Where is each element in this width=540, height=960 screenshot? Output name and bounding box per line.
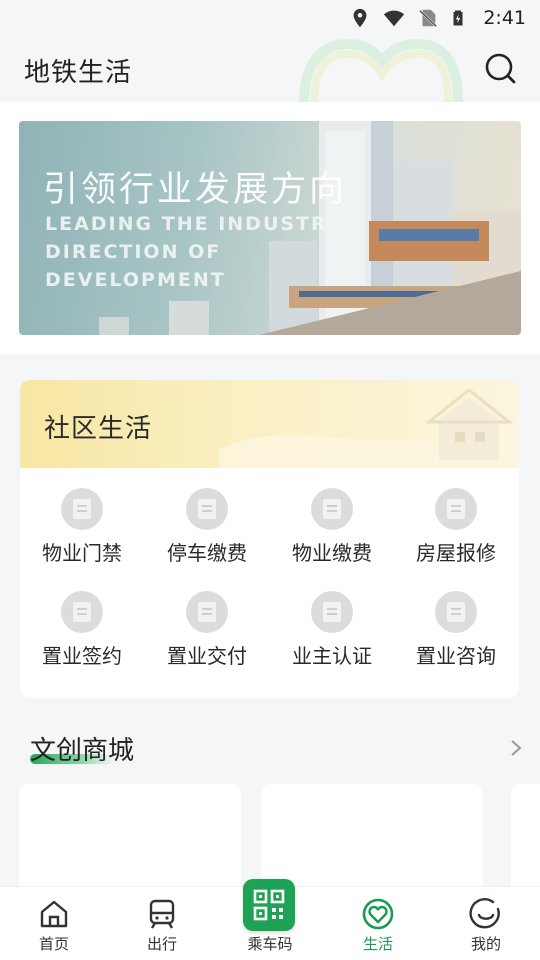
clock: 2:41 bbox=[483, 7, 526, 29]
service-label: 置业咨询 bbox=[416, 644, 496, 668]
battery-charging-icon bbox=[453, 10, 463, 26]
heart-icon bbox=[362, 898, 394, 930]
service-label: 物业缴费 bbox=[292, 541, 372, 565]
document-icon bbox=[311, 488, 353, 530]
chevron-right-icon[interactable] bbox=[506, 736, 526, 760]
mall-section-header[interactable]: 文创商城 bbox=[0, 718, 540, 778]
document-icon bbox=[61, 591, 103, 633]
tab-label: 出行 bbox=[146, 935, 177, 953]
document-icon bbox=[311, 591, 353, 633]
tab-mine[interactable]: 我的 bbox=[432, 887, 540, 960]
service-item-parking-payment[interactable]: 停车缴费 bbox=[145, 488, 269, 578]
tab-label: 乘车码 bbox=[247, 935, 293, 953]
tab-label: 生活 bbox=[362, 935, 393, 953]
community-life-card: 社区生活 物业门禁 停车缴费 物业缴费 房屋报修 置业签约 置业交付 业主认证 … bbox=[20, 380, 519, 698]
document-icon bbox=[186, 488, 228, 530]
community-title: 社区生活 bbox=[44, 414, 153, 444]
tab-life[interactable]: 生活 bbox=[324, 887, 432, 960]
community-header: 社区生活 bbox=[20, 380, 519, 468]
tab-home[interactable]: 首页 bbox=[0, 887, 108, 960]
bottom-tab-bar: 首页 出行 乘车码 生活 我的 bbox=[0, 879, 540, 960]
train-icon bbox=[149, 899, 175, 929]
service-label: 房屋报修 bbox=[416, 541, 496, 565]
service-item-purchase-consult[interactable]: 置业咨询 bbox=[394, 591, 518, 681]
service-item-house-repair[interactable]: 房屋报修 bbox=[394, 488, 518, 578]
house-illustration bbox=[219, 388, 519, 468]
service-item-property-delivery[interactable]: 置业交付 bbox=[145, 591, 269, 681]
service-label: 置业交付 bbox=[167, 644, 247, 668]
tab-label: 首页 bbox=[38, 935, 69, 953]
promo-banner[interactable]: 引领行业发展方向 LEADING THE INDUSTRY DIRECTION … bbox=[19, 121, 521, 335]
banner-subtitle-line: DEVELOPMENT bbox=[45, 269, 226, 291]
wifi-icon bbox=[384, 10, 405, 27]
app-header: 地铁生活 bbox=[0, 36, 540, 102]
tab-travel[interactable]: 出行 bbox=[108, 887, 216, 960]
tab-ride-code[interactable]: 乘车码 bbox=[216, 879, 324, 960]
mall-title: 文创商城 bbox=[30, 736, 135, 766]
home-icon bbox=[40, 900, 68, 928]
service-label: 停车缴费 bbox=[167, 541, 247, 565]
banner-subtitle-line: LEADING THE INDUSTRY bbox=[45, 213, 343, 235]
no-sim-icon bbox=[419, 9, 438, 28]
service-item-property-access[interactable]: 物业门禁 bbox=[20, 488, 144, 578]
page-title: 地铁生活 bbox=[24, 58, 133, 88]
document-icon bbox=[435, 488, 477, 530]
banner-headline: 引领行业发展方向 bbox=[43, 170, 348, 210]
service-label: 业主认证 bbox=[292, 644, 372, 668]
service-item-property-fee[interactable]: 物业缴费 bbox=[270, 488, 394, 578]
qr-code-icon bbox=[243, 879, 295, 931]
service-item-purchase-contract[interactable]: 置业签约 bbox=[20, 591, 144, 681]
service-label: 置业签约 bbox=[42, 644, 122, 668]
document-icon bbox=[186, 591, 228, 633]
status-bar: 2:41 bbox=[0, 0, 540, 36]
location-icon bbox=[353, 8, 367, 28]
heart-outline-decoration bbox=[299, 38, 463, 102]
search-icon[interactable] bbox=[482, 50, 518, 86]
service-item-owner-verification[interactable]: 业主认证 bbox=[270, 591, 394, 681]
smile-icon bbox=[469, 898, 500, 929]
banner-subtitle-line: DIRECTION OF bbox=[45, 241, 222, 263]
service-label: 物业门禁 bbox=[42, 541, 122, 565]
tab-label: 我的 bbox=[470, 935, 501, 953]
document-icon bbox=[61, 488, 103, 530]
document-icon bbox=[435, 591, 477, 633]
banner-section: 引领行业发展方向 LEADING THE INDUSTRY DIRECTION … bbox=[0, 102, 540, 354]
